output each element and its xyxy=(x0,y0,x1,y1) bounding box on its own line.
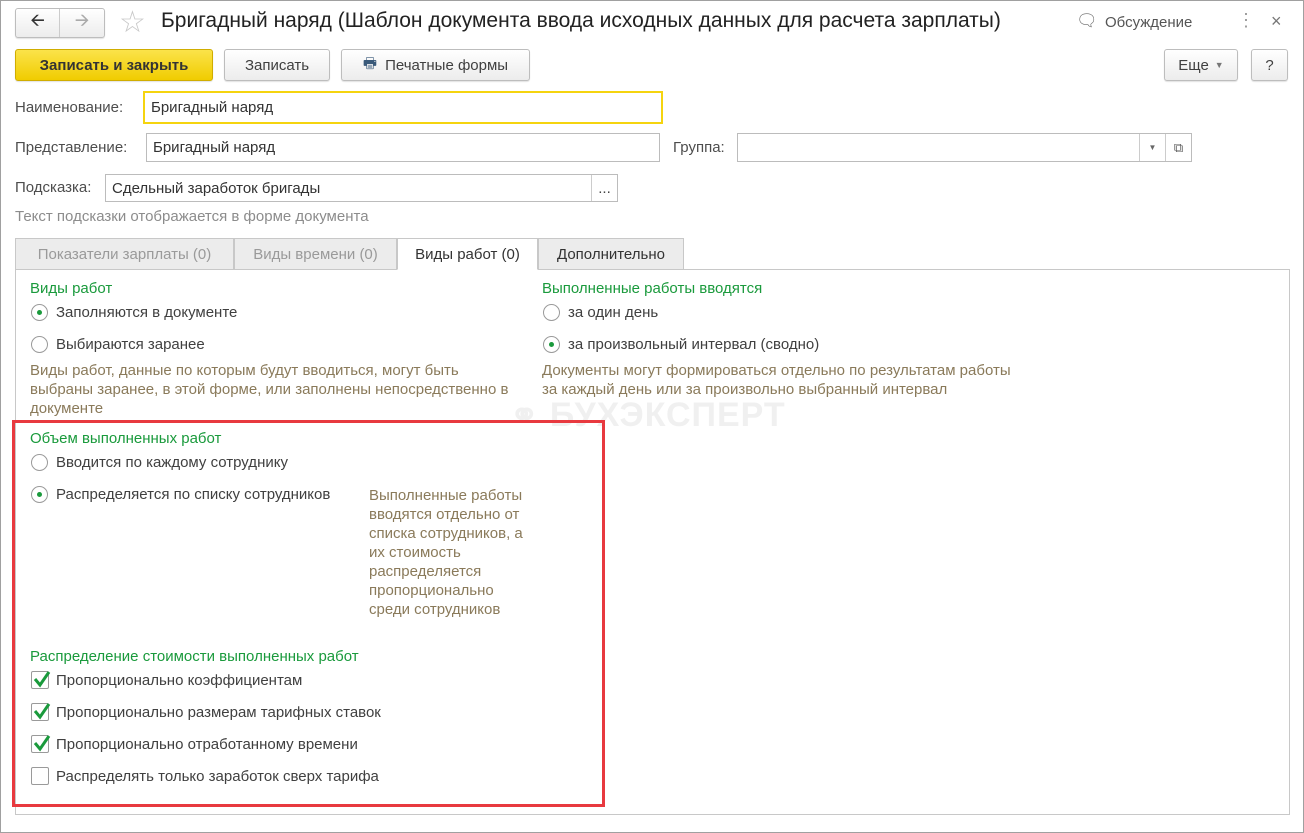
hint-label: Подсказка: xyxy=(15,179,92,196)
checkmark-icon xyxy=(33,703,51,720)
radio-one-day[interactable] xyxy=(543,304,560,321)
checkbox-distribution-1[interactable] xyxy=(31,703,51,721)
forward-arrow-icon[interactable]: 🡪 xyxy=(60,9,104,37)
name-input[interactable]: Бригадный наряд xyxy=(143,91,663,124)
print-forms-button[interactable]: 🖶 Печатные формы xyxy=(341,49,530,81)
chevron-down-icon: ▼ xyxy=(1214,60,1224,70)
entered-note: Документы могут формироваться отдельно п… xyxy=(542,362,1011,398)
discussion-link[interactable]: Обсуждение xyxy=(1105,14,1192,31)
hint-note: Текст подсказки отображается в форме док… xyxy=(15,208,369,225)
distribution-title: Распределение стоимости выполненных рабо… xyxy=(30,648,359,665)
more-button[interactable]: Еще ▼ xyxy=(1164,49,1238,81)
print-forms-label: Печатные формы xyxy=(385,56,509,74)
checkbox-label: Распределять только заработок сверх тари… xyxy=(56,768,379,785)
close-icon[interactable]: × xyxy=(1271,11,1282,32)
radio-arbitrary-interval[interactable] xyxy=(543,336,560,353)
radio-per-employee[interactable] xyxy=(31,454,48,471)
tab-salary-indicators[interactable]: Показатели зарплаты (0) xyxy=(15,238,234,270)
volume-title: Объем выполненных работ xyxy=(30,430,222,447)
checkbox-distribution-3[interactable] xyxy=(31,767,49,785)
back-arrow-icon[interactable]: 🡨 xyxy=(16,9,61,37)
discussion-icon[interactable]: 🗨 xyxy=(1076,11,1098,31)
save-and-close-button[interactable]: Записать и закрыть xyxy=(15,49,213,81)
radio-filled-in-document[interactable] xyxy=(31,304,48,321)
checkbox-distribution-0[interactable] xyxy=(31,671,51,689)
option-label: Выбираются заранее xyxy=(56,336,205,353)
checkmark-icon xyxy=(33,671,51,688)
name-label: Наименование: xyxy=(15,99,124,116)
hint-input[interactable]: Сдельный заработок бригады ... xyxy=(105,174,618,202)
checkmark-icon xyxy=(33,735,51,752)
option-label: Распределяется по списку сотрудников xyxy=(56,486,331,503)
open-icon[interactable]: ⧉ xyxy=(1165,134,1191,161)
group-label: Группа: xyxy=(673,139,725,156)
nav-buttons: 🡨 🡪 xyxy=(15,8,105,38)
representation-input[interactable]: Бригадный наряд xyxy=(146,133,660,162)
checkbox-label: Пропорционально отработанному времени xyxy=(56,736,358,753)
option-label: за один день xyxy=(568,304,659,321)
favorite-star-icon[interactable]: ☆ xyxy=(119,5,146,40)
representation-label: Представление: xyxy=(15,139,128,156)
volume-note: Выполненные работы вводятся отдельно от … xyxy=(369,487,523,618)
entered-title: Выполненные работы вводятся xyxy=(542,280,763,297)
more-label: Еще xyxy=(1178,56,1209,74)
work-types-note: Виды работ, данные по которым будут ввод… xyxy=(30,362,509,417)
hint-value: Сдельный заработок бригады xyxy=(112,179,321,197)
radio-distributed-by-list[interactable] xyxy=(31,486,48,503)
option-label: Вводится по каждому сотруднику xyxy=(56,454,288,471)
work-types-title: Виды работ xyxy=(30,280,113,297)
tab-time-types[interactable]: Виды времени (0) xyxy=(234,238,397,270)
printer-icon: 🖶 xyxy=(362,54,378,72)
tab-additional[interactable]: Дополнительно xyxy=(538,238,684,270)
option-label: за произвольный интервал (сводно) xyxy=(568,336,820,353)
tab-work-types[interactable]: Виды работ (0) xyxy=(397,238,538,270)
dropdown-icon[interactable]: ▼ xyxy=(1139,134,1165,161)
group-input[interactable]: ▼ ⧉ xyxy=(737,133,1192,162)
option-label: Заполняются в документе xyxy=(56,304,238,321)
checkbox-distribution-2[interactable] xyxy=(31,735,51,753)
checkbox-label: Пропорционально размерам тарифных ставок xyxy=(56,704,381,721)
checkbox-label: Пропорционально коэффициентам xyxy=(56,672,303,689)
help-button[interactable]: ? xyxy=(1251,49,1288,81)
more-vertical-icon[interactable]: ⋮ xyxy=(1237,10,1255,31)
hint-select-button[interactable]: ... xyxy=(591,175,617,201)
radio-selected-in-advance[interactable] xyxy=(31,336,48,353)
save-button[interactable]: Записать xyxy=(224,49,330,81)
window-title: Бригадный наряд (Шаблон документа ввода … xyxy=(161,9,1001,32)
